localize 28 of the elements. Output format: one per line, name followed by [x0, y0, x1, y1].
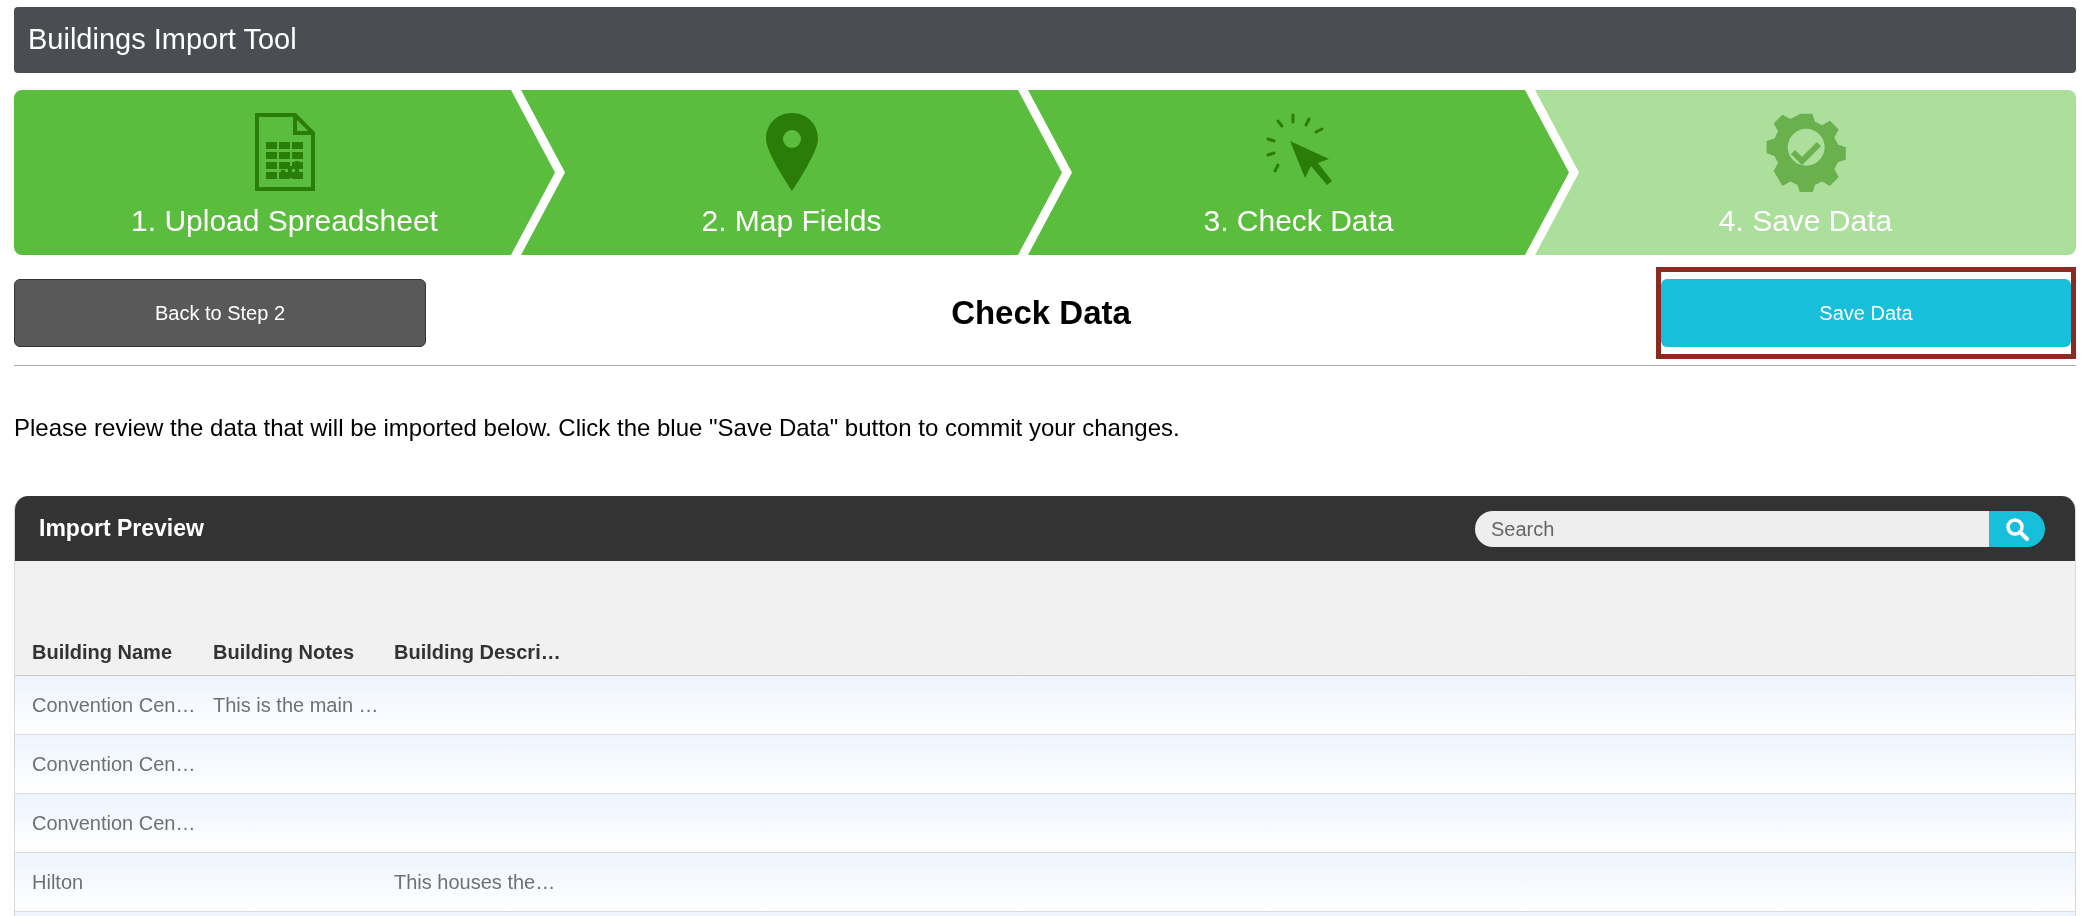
table-cell: Convention Cen…	[32, 753, 196, 775]
instructions-text: Please review the data that will be imported below. Click the blue "Save Data" button to commit your changes.	[14, 413, 1181, 443]
table-cell: Hilton	[32, 871, 84, 893]
column-header[interactable]: Building Name	[15, 637, 196, 675]
wizard-step[interactable]: 2. Map Fields	[521, 90, 1062, 255]
map-pin-icon	[763, 111, 820, 193]
panel-title: Import Preview	[39, 514, 204, 544]
search-icon	[2005, 516, 2029, 541]
table-cell: This is the main …	[213, 694, 379, 716]
gear-check-icon	[1765, 112, 1846, 192]
column-header[interactable]: Building Notes	[196, 637, 377, 675]
back-button[interactable]: Back to Step 2	[14, 279, 426, 347]
page-heading: Check Data	[951, 293, 1131, 334]
app-title: Buildings Import Tool	[28, 22, 297, 58]
search-button[interactable]	[1989, 510, 2045, 547]
spreadsheet-icon	[253, 112, 316, 192]
step-label: 2. Map Fields	[701, 203, 882, 239]
table-cell: Convention Cen…	[32, 694, 196, 716]
table-cell: Convention Cen…	[32, 812, 196, 834]
step-label: 1. Upload Spreadsheet	[131, 203, 438, 239]
table-cell: This houses the…	[394, 871, 556, 893]
wizard-step[interactable]: 3. Check Data	[1028, 90, 1569, 255]
save-button[interactable]: Save Data	[1661, 279, 2071, 347]
wizard-step[interactable]: 4. Save Data	[1535, 90, 2076, 255]
step-label: 4. Save Data	[1718, 203, 1893, 239]
column-header[interactable]: Building Descri…	[377, 637, 558, 675]
wizard-step[interactable]: 1. Upload Spreadsheet	[14, 90, 555, 255]
step-label: 3. Check Data	[1203, 203, 1394, 239]
